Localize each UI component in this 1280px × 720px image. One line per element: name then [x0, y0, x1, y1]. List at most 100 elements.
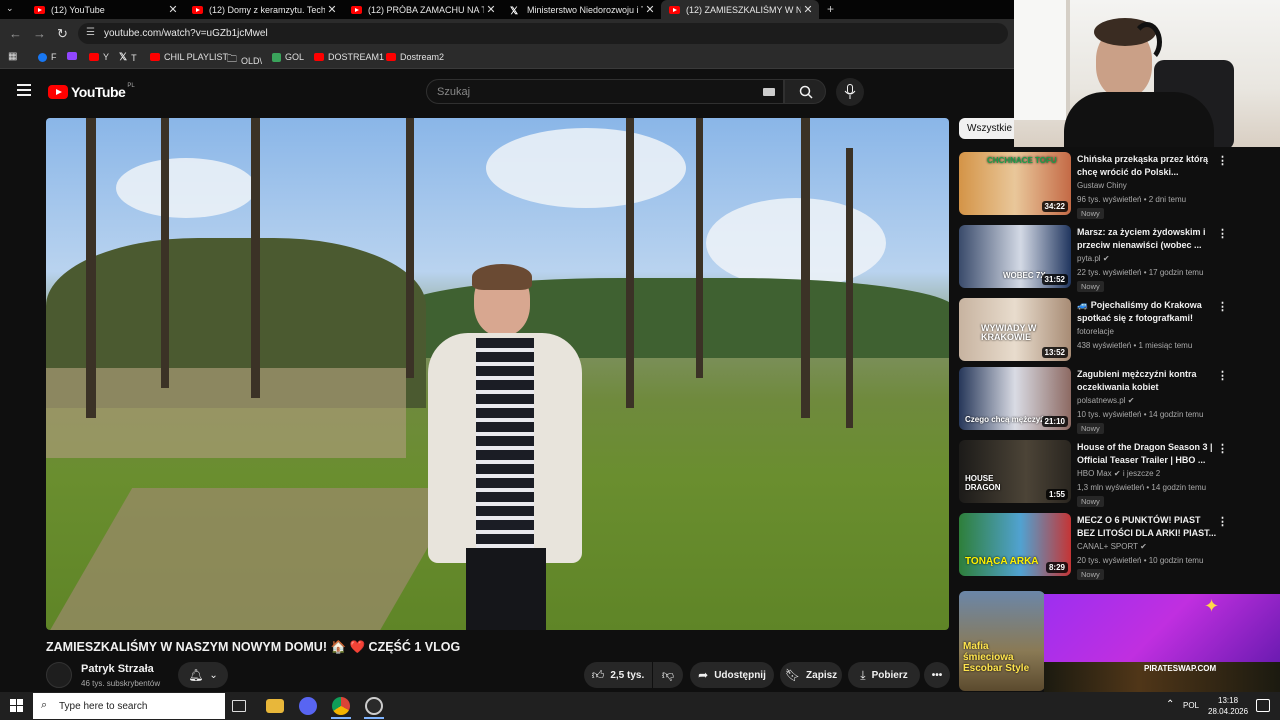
- save-button[interactable]: 🔖︎ Zapisz: [780, 662, 842, 688]
- bookmark-f[interactable]: F: [38, 52, 57, 62]
- tab-3[interactable]: (12) PRÓBA ZAMACHU NA TRU ✕: [343, 0, 502, 19]
- tab-3-close-icon[interactable]: ✕: [484, 3, 498, 16]
- bookmark-dostream1[interactable]: DOSTREAM1: [314, 52, 384, 62]
- tree-trunk: [251, 118, 260, 398]
- recommendation-channel[interactable]: pyta.pl ✔: [1077, 254, 1110, 263]
- network-icon[interactable]: [1163, 700, 1164, 701]
- chrome-icon[interactable]: [332, 697, 350, 715]
- tab-1-close-icon[interactable]: ✕: [166, 3, 180, 16]
- tab-1[interactable]: (12) YouTube ✕: [26, 0, 184, 19]
- recommendation-item[interactable]: HOUSE DRAGON 1:55 House of the Dragon Se…: [959, 440, 1259, 507]
- taskbar-search-input[interactable]: ⌕ Type here to search: [33, 693, 225, 719]
- recommendation-thumbnail[interactable]: WOBEC 7X 31:52: [959, 225, 1071, 288]
- bookmark-y[interactable]: Y: [89, 52, 109, 62]
- notification-center-icon[interactable]: [1256, 699, 1270, 712]
- sky-cloud: [706, 198, 886, 288]
- more-actions-button[interactable]: •••: [924, 662, 950, 688]
- task-view-icon[interactable]: [232, 700, 246, 712]
- keyboard-icon[interactable]: [763, 88, 775, 96]
- back-arrow-icon[interactable]: ←: [9, 26, 22, 41]
- recommendation-thumbnail[interactable]: WYWIADY W KRAKOWIE 13:52: [959, 298, 1071, 361]
- channel-label: polsatnews.pl: [1077, 396, 1126, 405]
- youtube-icon: [386, 53, 396, 61]
- tab-4[interactable]: 𝕏 Ministerstwo Niedorozwoju i Te ✕: [502, 0, 661, 19]
- recommendation-channel[interactable]: Gustaw Chiny: [1077, 181, 1127, 190]
- tab-list-dropdown-icon[interactable]: ⌄: [6, 3, 20, 16]
- search-button[interactable]: [784, 79, 826, 104]
- tree-trunk: [161, 118, 169, 388]
- like-button[interactable]: 👍︎ 2,5 tys.: [584, 662, 652, 688]
- more-vertical-icon[interactable]: ⋮: [1217, 227, 1228, 240]
- video-duration: 13:52: [1041, 347, 1068, 358]
- more-horizontal-icon: •••: [931, 669, 943, 681]
- recommendation-title[interactable]: Zagubieni mężczyźni kontra oczekiwania k…: [1077, 368, 1217, 394]
- recommendation-thumbnail[interactable]: HOUSE DRAGON 1:55: [959, 440, 1071, 503]
- webcam-streamer-shirt: [1064, 92, 1214, 147]
- bookmark-dostream2[interactable]: Dostream2: [386, 52, 444, 62]
- recommendation-thumbnail[interactable]: TONĄCA ARKA 8:29: [959, 513, 1071, 576]
- recommendation-thumbnail[interactable]: Czego chcą mężczyźni 21:10: [959, 367, 1071, 430]
- bookmark-chil-playlist[interactable]: CHIL PLAYLIST: [150, 52, 228, 62]
- discord-icon[interactable]: [299, 697, 317, 715]
- dislike-button[interactable]: 👎︎: [653, 662, 683, 688]
- more-vertical-icon[interactable]: ⋮: [1217, 369, 1228, 382]
- obs-icon[interactable]: [365, 697, 383, 715]
- recommendation-channel[interactable]: HBO Max ✔ i jeszcze 2: [1077, 469, 1160, 478]
- recommendation-item[interactable]: Czego chcą mężczyźni 21:10 Zagubieni męż…: [959, 367, 1259, 434]
- more-vertical-icon[interactable]: ⋮: [1217, 515, 1228, 528]
- bookmark-gol[interactable]: GOL: [272, 52, 304, 62]
- language-indicator[interactable]: POL: [1183, 701, 1199, 710]
- tray-chevron-up-icon[interactable]: ⌃: [1166, 699, 1174, 710]
- windows-start-icon[interactable]: [10, 699, 23, 712]
- subscribed-bell-button[interactable]: 🔔︎ ⌄: [178, 662, 228, 688]
- address-bar[interactable]: ☰ youtube.com/watch?v=uGZb1jcMwel: [78, 23, 1008, 44]
- search-icon: ⌕: [41, 699, 48, 711]
- recommendation-item[interactable]: WOBEC 7X 31:52 Marsz: za życiem żydowski…: [959, 225, 1259, 292]
- recommendation-channel[interactable]: fotorelacje: [1077, 327, 1114, 336]
- tab-5-close-icon[interactable]: ✕: [801, 3, 815, 16]
- channel-avatar[interactable]: [46, 662, 72, 688]
- new-tab-button[interactable]: +: [827, 2, 834, 16]
- recommendation-title[interactable]: MECZ O 6 PUNKTÓW! PIAST BEZ LITOŚCI DLA …: [1077, 514, 1217, 540]
- youtube-logo[interactable]: YouTube PL: [48, 83, 135, 100]
- bookmark-old-folder[interactable]: 🗀 OLD\: [227, 52, 262, 69]
- bookmark-icon: 🔖︎: [784, 668, 801, 682]
- tab-2[interactable]: (12) Domy z keramzytu. Techno ✕: [184, 0, 343, 19]
- recommendation-channel[interactable]: polsatnews.pl ✔: [1077, 396, 1134, 405]
- download-button[interactable]: ⤓ Pobierz: [848, 662, 920, 688]
- bookmark-t[interactable]: 𝕏T: [119, 52, 137, 63]
- tab-2-close-icon[interactable]: ✕: [325, 3, 339, 16]
- recommendation-channel[interactable]: CANAL+ SPORT ✔: [1077, 542, 1147, 551]
- recommendation-item[interactable]: CHCHNACE TOFU 34:22 Chińska przekąska pr…: [959, 152, 1259, 219]
- tab-4-close-icon[interactable]: ✕: [643, 3, 657, 16]
- file-explorer-icon[interactable]: [266, 699, 284, 713]
- country-code: PL: [127, 83, 135, 89]
- more-vertical-icon[interactable]: ⋮: [1217, 300, 1228, 313]
- recommendation-item[interactable]: TONĄCA ARKA 8:29 MECZ O 6 PUNKTÓW! PIAST…: [959, 513, 1259, 580]
- vlogger-hair: [472, 264, 532, 290]
- more-vertical-icon[interactable]: ⋮: [1217, 442, 1228, 455]
- recommendation-title[interactable]: Chińska przekąska przez którą chcę wróci…: [1077, 153, 1217, 179]
- apps-grid-icon[interactable]: ▦: [8, 51, 17, 62]
- site-info-icon[interactable]: ☰: [86, 27, 95, 38]
- menu-hamburger-icon[interactable]: [17, 84, 31, 99]
- more-vertical-icon[interactable]: ⋮: [1217, 154, 1228, 167]
- voice-search-button[interactable]: [836, 78, 864, 106]
- streamer-webcam-overlay: [1014, 0, 1280, 147]
- system-clock[interactable]: 13:18 28.04.2026: [1208, 695, 1248, 717]
- recommendation-title[interactable]: House of the Dragon Season 3 | Official …: [1077, 441, 1217, 467]
- search-input[interactable]: Szukaj: [426, 79, 784, 104]
- tab-5-active[interactable]: (12) ZAMIESZKALIŚMY W NASZ ✕: [661, 0, 819, 19]
- recommendation-title[interactable]: 🚙 Pojechaliśmy do Krakowa spotkać się z …: [1077, 299, 1217, 325]
- bookmark-twitch[interactable]: [67, 52, 81, 60]
- filter-chip-all[interactable]: Wszystkie: [959, 118, 1020, 139]
- recommendation-item[interactable]: WYWIADY W KRAKOWIE 13:52 🚙 Pojechaliśmy …: [959, 298, 1259, 364]
- recommendation-thumbnail[interactable]: CHCHNACE TOFU 34:22: [959, 152, 1071, 215]
- reload-icon[interactable]: ↻: [57, 26, 68, 42]
- recommendation-title[interactable]: Marsz: za życiem żydowskim i przeciw nie…: [1077, 226, 1217, 252]
- recommendation-thumbnail[interactable]: Mafia śmieciowa Escobar Style: [959, 591, 1045, 691]
- forward-arrow-icon[interactable]: →: [33, 26, 46, 41]
- channel-name[interactable]: Patryk Strzała: [81, 663, 154, 675]
- video-player[interactable]: [46, 118, 949, 630]
- share-button[interactable]: ➦ Udostępnij: [690, 662, 774, 688]
